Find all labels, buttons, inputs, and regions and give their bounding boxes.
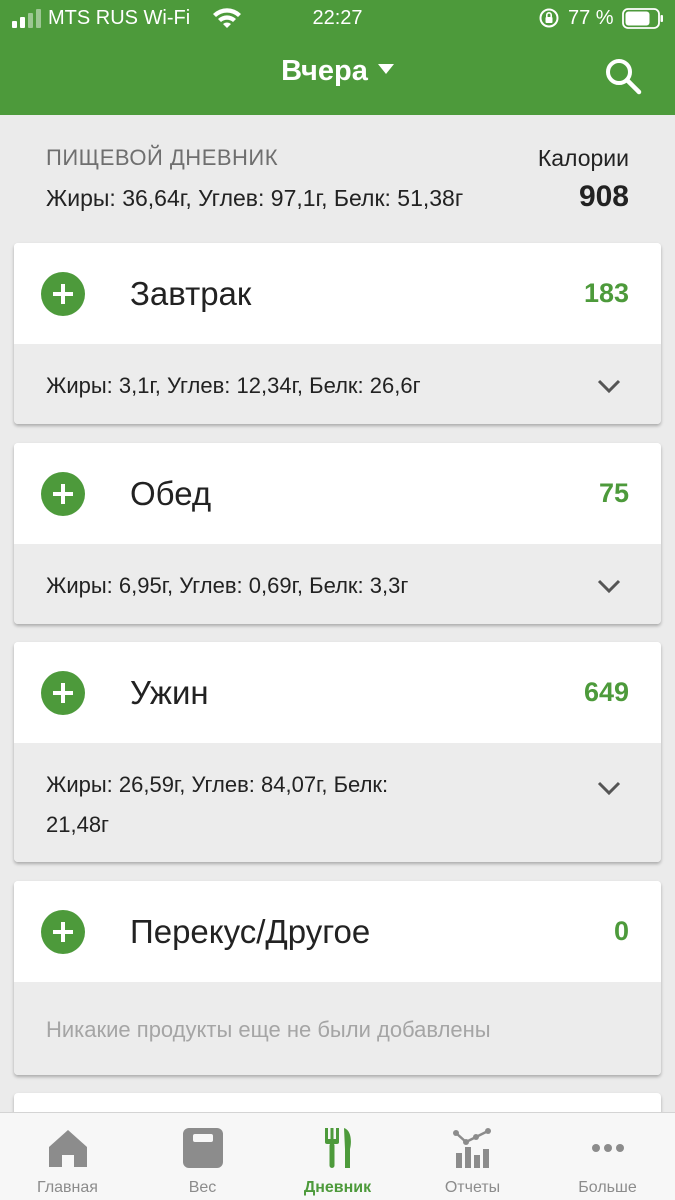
bottom-tab-bar: Главная Вес Дневник Отчеты Больше [0, 1112, 675, 1200]
fork-knife-icon [325, 1128, 351, 1168]
tab-weight[interactable]: Вес [135, 1113, 270, 1200]
tab-diary[interactable]: Дневник [270, 1113, 405, 1200]
meal-header: Завтрак 183 [14, 243, 661, 344]
tab-more[interactable]: Больше [540, 1113, 675, 1200]
diary-label: ПИЩЕВОЙ ДНЕВНИК [46, 145, 279, 170]
tab-label: Отчеты [444, 1179, 501, 1196]
chevron-down-icon[interactable] [595, 778, 623, 798]
scale-icon [183, 1128, 223, 1168]
meal-card-snack: Перекус/Другое 0 Никакие продукты еще не… [14, 881, 661, 1075]
daily-macros: Жиры: 36,64г, Углев: 97,1г, Белк: 51,38г [46, 185, 464, 211]
battery-percent: 77 % [568, 7, 614, 29]
reports-chart-icon [453, 1128, 491, 1168]
tab-label: Больше [578, 1179, 637, 1196]
caret-down-icon [377, 64, 394, 75]
meal-calories: 649 [583, 677, 629, 707]
meal-name: Ужин [130, 674, 209, 711]
chevron-down-icon[interactable] [595, 576, 623, 596]
meal-header: Ужин 649 [14, 642, 661, 743]
empty-message: Никакие продукты еще не были добавлены [46, 1017, 491, 1042]
meal-details-toggle[interactable]: Жиры: 6,95г, Углев: 0,69г, Белк: 3,3г [14, 544, 661, 624]
meal-card-dinner: Ужин 649 Жиры: 26,59г, Углев: 84,07г, Бе… [14, 642, 661, 862]
meal-macros: Жиры: 3,1г, Углев: 12,34г, Белк: 26,6г [46, 373, 421, 398]
tab-label: Вес [188, 1179, 217, 1196]
tab-reports[interactable]: Отчеты [405, 1113, 540, 1200]
meal-calories: 0 [613, 916, 629, 946]
meal-name: Обед [130, 475, 212, 512]
meal-card-lunch: Обед 75 Жиры: 6,95г, Углев: 0,69г, Белк:… [14, 443, 661, 624]
battery-icon [622, 8, 663, 29]
tab-label: Главная [37, 1179, 98, 1196]
diary-summary: ПИЩЕВОЙ ДНЕВНИК Жиры: 36,64г, Углев: 97,… [0, 115, 675, 230]
add-food-button[interactable] [41, 472, 85, 516]
home-icon [49, 1130, 87, 1167]
meal-card-breakfast: Завтрак 183 Жиры: 3,1г, Углев: 12,34г, Б… [14, 243, 661, 424]
rotation-lock-icon [539, 8, 559, 28]
calories-total: 908 [578, 180, 629, 213]
tab-label: Дневник [303, 1179, 372, 1196]
date-label: Вчера [281, 55, 368, 87]
meal-header: Перекус/Другое 0 [14, 881, 661, 982]
calories-label: Калории [537, 145, 629, 171]
meal-macros: Жиры: 26,59г, Углев: 84,07г, Белк: 21,48… [46, 772, 389, 837]
meal-empty-state: Никакие продукты еще не были добавлены [14, 982, 661, 1075]
meal-macros: Жиры: 6,95г, Углев: 0,69г, Белк: 3,3г [46, 573, 409, 598]
meal-calories: 75 [598, 478, 629, 508]
chevron-down-icon[interactable] [595, 376, 623, 396]
status-bar: MTS RUS Wi-Fi 22:27 77 % [0, 0, 675, 40]
meal-details-toggle[interactable]: Жиры: 26,59г, Углев: 84,07г, Белк: 21,48… [14, 743, 661, 862]
meal-name: Завтрак [130, 275, 252, 312]
add-food-button[interactable] [41, 272, 85, 316]
date-selector[interactable]: Вчера [0, 55, 675, 88]
meal-name: Перекус/Другое [130, 913, 371, 950]
tab-home[interactable]: Главная [0, 1113, 135, 1200]
meal-header: Обед 75 [14, 443, 661, 544]
add-food-button[interactable] [41, 910, 85, 954]
app-header: MTS RUS Wi-Fi 22:27 77 % Вчера [0, 0, 675, 115]
more-dots-icon [592, 1144, 624, 1152]
add-food-button[interactable] [41, 671, 85, 715]
meal-calories: 183 [583, 278, 629, 308]
meal-details-toggle[interactable]: Жиры: 3,1г, Углев: 12,34г, Белк: 26,6г [14, 344, 661, 424]
search-icon[interactable] [603, 56, 643, 96]
